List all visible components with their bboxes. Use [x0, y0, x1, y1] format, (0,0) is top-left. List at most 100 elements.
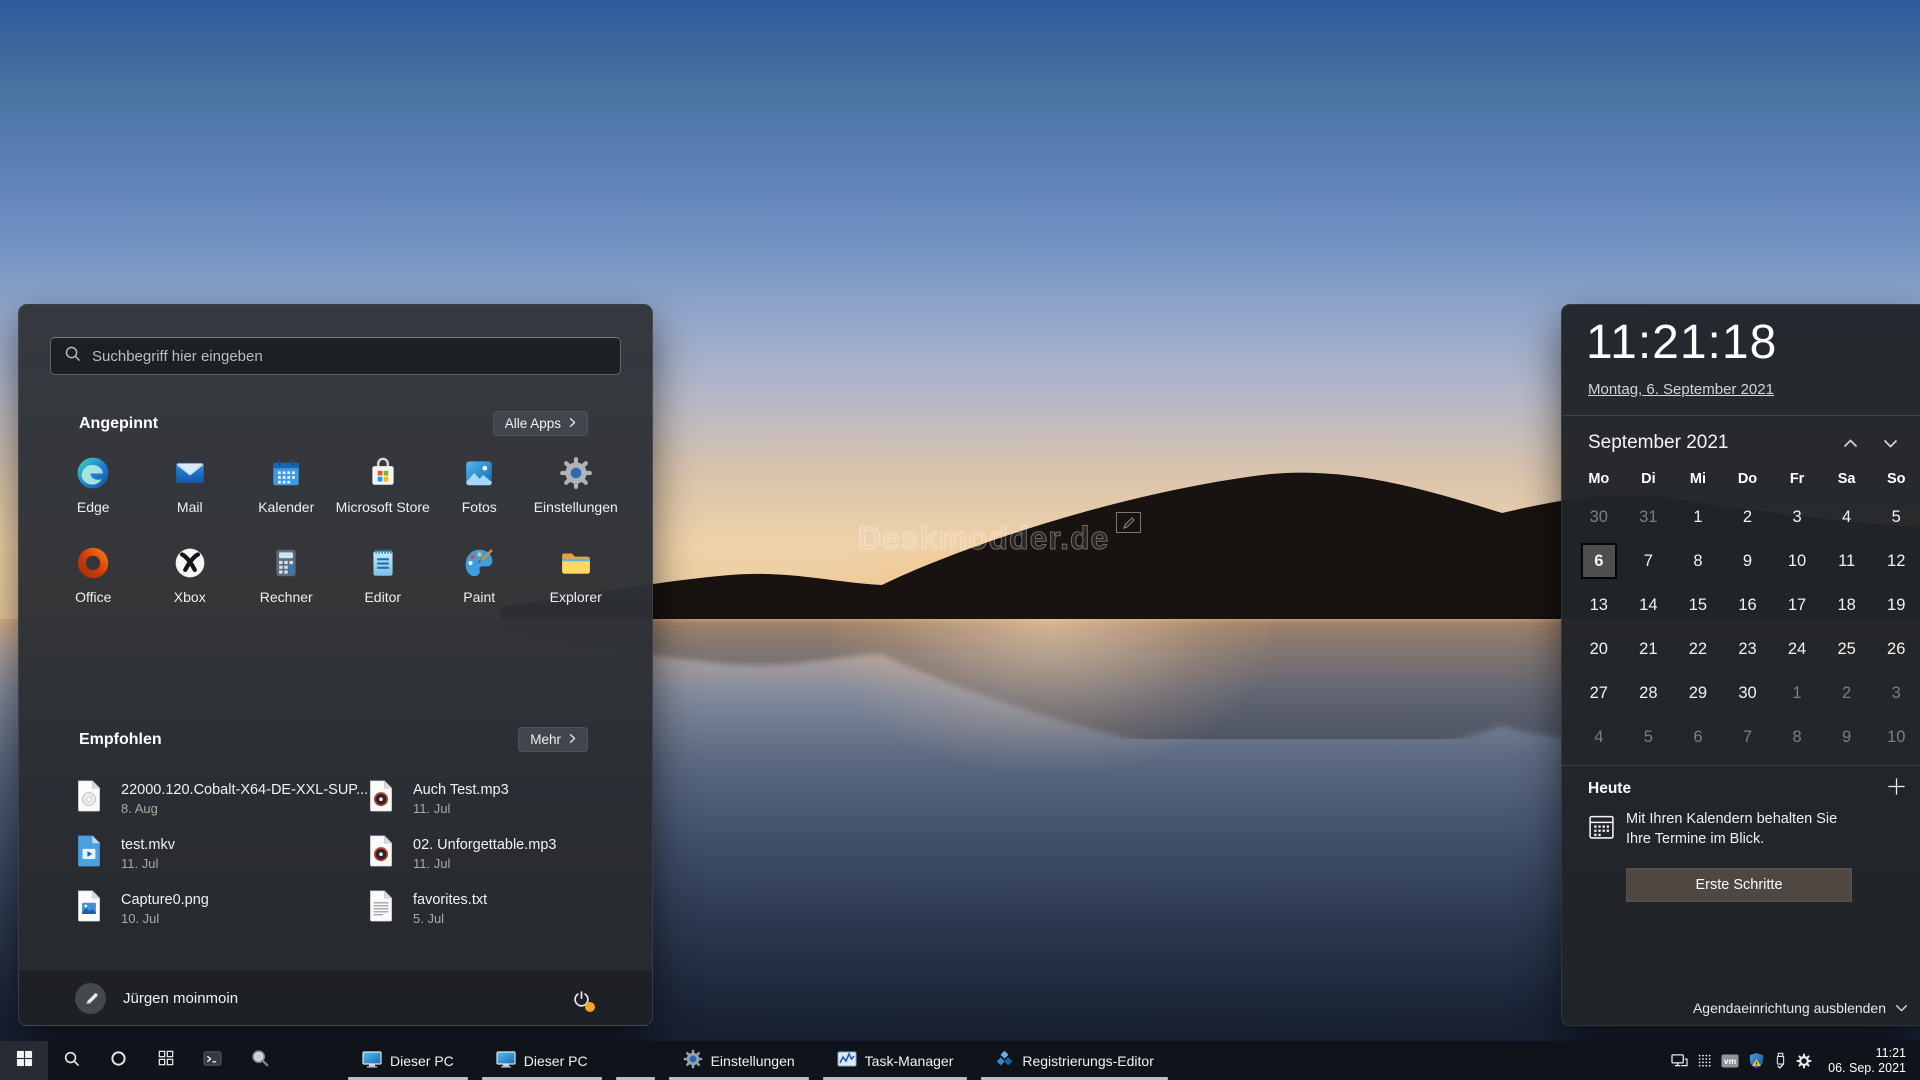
pinned-app-mail[interactable]: Mail	[142, 451, 239, 541]
taskbar-search-button[interactable]	[48, 1041, 95, 1080]
recommended-item[interactable]: favorites.txt5. Jul	[368, 881, 621, 936]
search-input[interactable]	[92, 348, 607, 365]
pinned-app-kalender[interactable]: Kalender	[238, 451, 335, 541]
day-number: 16	[1738, 596, 1756, 615]
taskbar-cortana-button[interactable]	[95, 1041, 142, 1080]
search-box[interactable]	[50, 337, 621, 375]
calendar-day[interactable]: 27	[1574, 671, 1624, 715]
calendar-day[interactable]: 25	[1822, 627, 1872, 671]
pinned-app-editor[interactable]: Editor	[335, 541, 432, 631]
taskbar-app-store[interactable]	[613, 1041, 658, 1080]
calendar-day[interactable]: 3	[1871, 671, 1920, 715]
avatar[interactable]	[75, 983, 106, 1014]
calendar-prev-button[interactable]	[1830, 430, 1870, 456]
magnifier-icon	[251, 1049, 269, 1072]
calendar-day[interactable]: 10	[1871, 715, 1920, 759]
calendar-day[interactable]: 6	[1673, 715, 1723, 759]
recommended-item[interactable]: Capture0.png10. Jul	[76, 881, 368, 936]
calendar-day[interactable]: 2	[1822, 671, 1872, 715]
calendar-day[interactable]: 20	[1574, 627, 1624, 671]
add-event-button[interactable]	[1887, 777, 1906, 801]
calendar-day[interactable]: 29	[1673, 671, 1723, 715]
calendar-day[interactable]: 31	[1624, 495, 1674, 539]
power-button[interactable]	[566, 984, 596, 1014]
pinned-app-paint[interactable]: Paint	[431, 541, 528, 631]
calendar-day[interactable]: 2	[1723, 495, 1773, 539]
calendar-day[interactable]: 30	[1574, 495, 1624, 539]
taskbar-task-view-button[interactable]	[142, 1041, 189, 1080]
usb-device-icon[interactable]	[1774, 1052, 1787, 1069]
recommended-item[interactable]: 22000.120.Cobalt-X64-DE-XXL-SUP...8. Aug	[76, 771, 368, 826]
calendar-day[interactable]: 15	[1673, 583, 1723, 627]
calendar-day[interactable]: 23	[1723, 627, 1773, 671]
taskbar-magnifier-button[interactable]	[236, 1041, 283, 1080]
calendar-day[interactable]: 4	[1574, 715, 1624, 759]
calendar-day[interactable]: 7	[1723, 715, 1773, 759]
taskbar-app-einstellungen[interactable]: Einstellungen	[666, 1041, 812, 1080]
calendar-next-button[interactable]	[1870, 430, 1910, 456]
calendar-day[interactable]: 18	[1822, 583, 1872, 627]
user-name[interactable]: Jürgen moinmoin	[123, 990, 238, 1007]
taskbar-edge-button[interactable]	[283, 1041, 330, 1080]
calendar-day[interactable]: 13	[1574, 583, 1624, 627]
clock-time: 11:21:18	[1586, 315, 1777, 370]
pinned-app-edge[interactable]: Edge	[45, 451, 142, 541]
date-link[interactable]: Montag, 6. September 2021	[1588, 381, 1774, 398]
day-number: 26	[1887, 640, 1905, 659]
calendar-day[interactable]: 5	[1871, 495, 1920, 539]
calendar-day[interactable]: 3	[1772, 495, 1822, 539]
recommended-item[interactable]: Auch Test.mp311. Jul	[368, 771, 621, 826]
calendar-day[interactable]: 10	[1772, 539, 1822, 583]
calendar-day[interactable]: 21	[1624, 627, 1674, 671]
pinned-app-fotos[interactable]: Fotos	[431, 451, 528, 541]
calendar-day[interactable]: 8	[1772, 715, 1822, 759]
calendar-day[interactable]: 12	[1871, 539, 1920, 583]
taskbar-terminal-button[interactable]	[189, 1041, 236, 1080]
calendar-day[interactable]: 5	[1624, 715, 1674, 759]
calendar-day[interactable]: 17	[1772, 583, 1822, 627]
pinned-app-xbox[interactable]: Xbox	[142, 541, 239, 631]
file-name: favorites.txt	[413, 891, 487, 910]
calendar-day[interactable]: 4	[1822, 495, 1872, 539]
calendar-day[interactable]: 22	[1673, 627, 1723, 671]
taskbar-app-dieser-pc[interactable]: Dieser PC	[479, 1041, 605, 1080]
recommended-item[interactable]: test.mkv11. Jul	[76, 826, 368, 881]
calendar-day[interactable]: 28	[1624, 671, 1674, 715]
network-icon[interactable]	[1671, 1053, 1688, 1068]
tray-clock[interactable]: 11:21 06. Sep. 2021	[1828, 1046, 1906, 1076]
calendar-day[interactable]: 7	[1624, 539, 1674, 583]
calendar-day[interactable]: 26	[1871, 627, 1920, 671]
settings-icon	[559, 456, 593, 490]
calendar-day[interactable]: 1	[1673, 495, 1723, 539]
taskbar-app-registrierungs-editor[interactable]: Registrierungs-Editor	[978, 1041, 1171, 1080]
taskbar-start-button[interactable]	[0, 1041, 48, 1080]
calendar-day[interactable]: 14	[1624, 583, 1674, 627]
pinned-app-einstellungen[interactable]: Einstellungen	[528, 451, 625, 541]
calendar-day[interactable]: 30	[1723, 671, 1773, 715]
calendar-day[interactable]: 8	[1673, 539, 1723, 583]
vmware-tools-icon[interactable]: vm	[1721, 1054, 1739, 1068]
calendar-day[interactable]: 9	[1723, 539, 1773, 583]
calendar-day[interactable]: 9	[1822, 715, 1872, 759]
pinned-app-office[interactable]: Office	[45, 541, 142, 631]
pinned-app-microsoft-store[interactable]: Microsoft Store	[335, 451, 432, 541]
taskbar-app-task-manager[interactable]: Task-Manager	[820, 1041, 971, 1080]
get-started-button[interactable]: Erste Schritte	[1626, 868, 1852, 902]
pinned-app-rechner[interactable]: Rechner	[238, 541, 335, 631]
calendar-day[interactable]: 24	[1772, 627, 1822, 671]
calendar-day-today[interactable]: 6	[1574, 539, 1624, 583]
divider	[1562, 765, 1920, 766]
taskbar-app-dieser-pc[interactable]: Dieser PC	[345, 1041, 471, 1080]
calendar-day[interactable]: 16	[1723, 583, 1773, 627]
calendar-day[interactable]: 11	[1822, 539, 1872, 583]
more-button[interactable]: Mehr	[518, 727, 588, 752]
all-apps-button[interactable]: Alle Apps	[493, 411, 588, 436]
calendar-day[interactable]: 19	[1871, 583, 1920, 627]
calendar-day[interactable]: 1	[1772, 671, 1822, 715]
recommended-item[interactable]: 02. Unforgettable.mp311. Jul	[368, 826, 621, 881]
touch-keyboard-icon[interactable]	[1697, 1053, 1712, 1068]
agenda-footer-toggle[interactable]: Agendaeinrichtung ausblenden	[1693, 1000, 1908, 1016]
settings-tray-icon[interactable]	[1796, 1053, 1812, 1069]
pinned-app-explorer[interactable]: Explorer	[528, 541, 625, 631]
security-shield-icon[interactable]	[1748, 1052, 1765, 1069]
